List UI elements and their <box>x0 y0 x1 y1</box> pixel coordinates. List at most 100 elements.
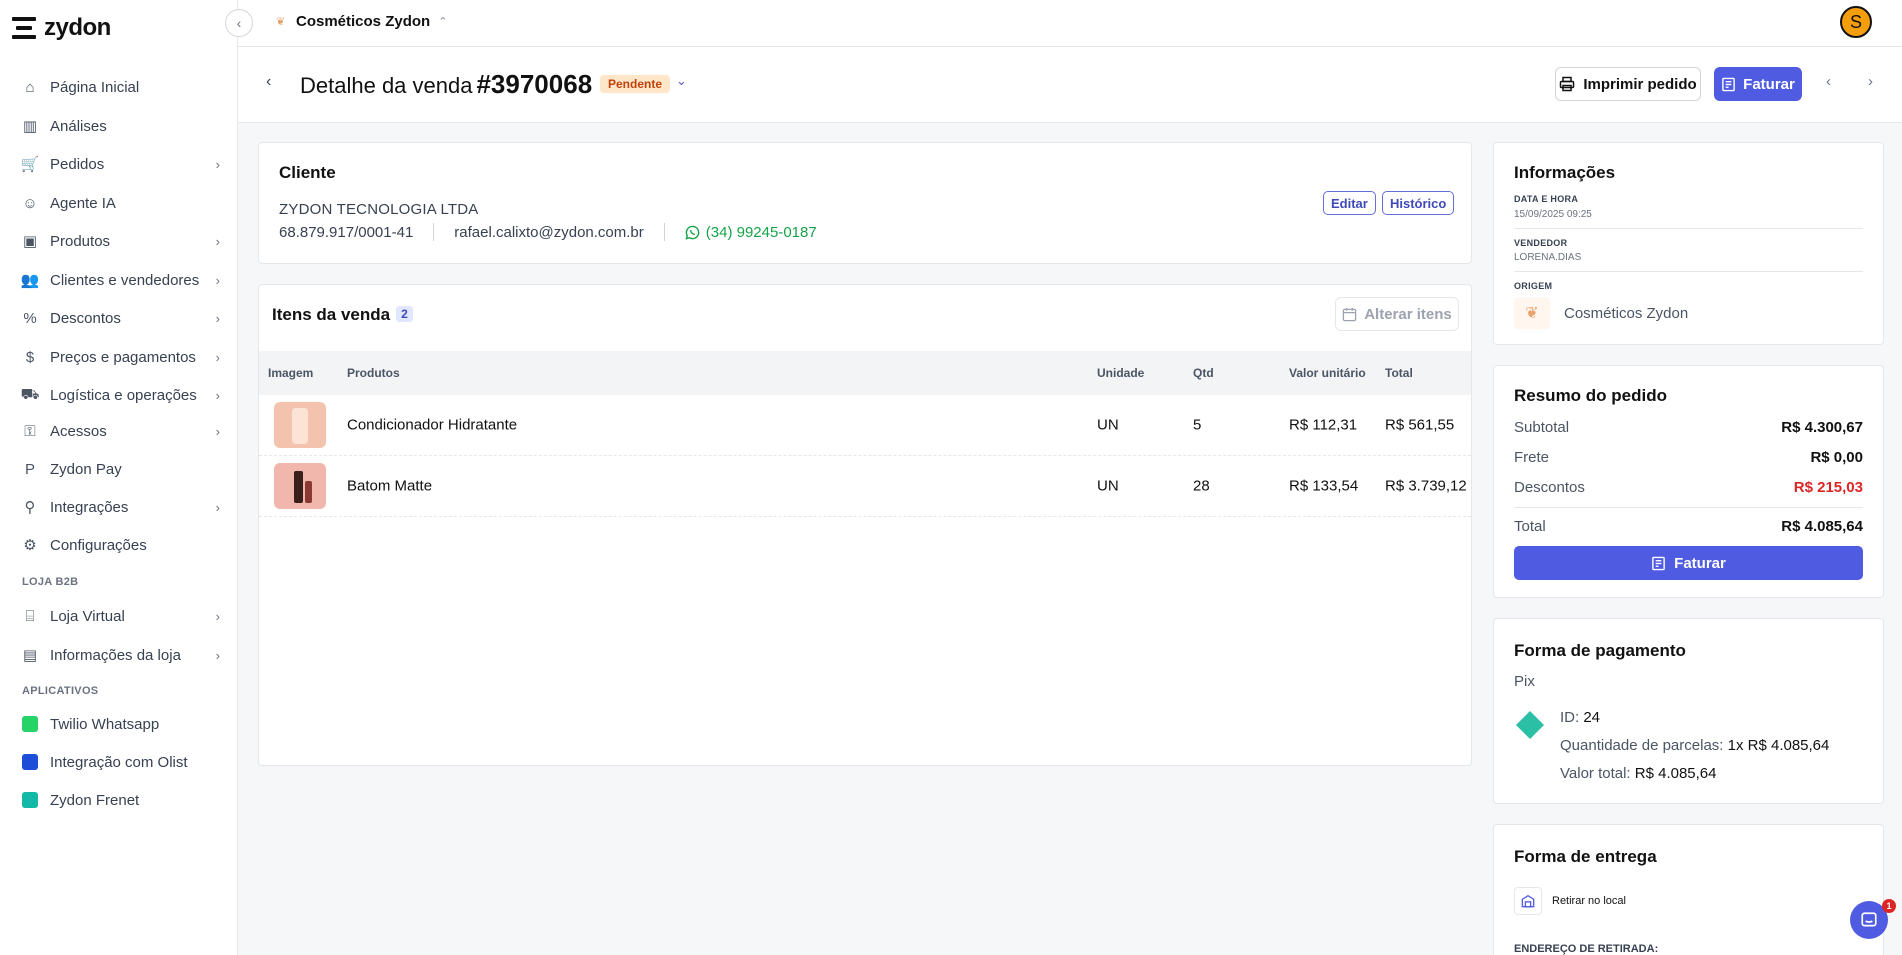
sidebar-item-pedidos[interactable]: 🛒 Pedidos › <box>20 149 220 179</box>
sidebar-item-integracoes[interactable]: ⚲ Integrações › <box>20 492 221 522</box>
freight-value: R$ 0,00 <box>1810 449 1863 466</box>
summary-invoice-button[interactable]: Faturar <box>1514 546 1863 580</box>
plug-icon: ⚲ <box>24 499 36 516</box>
sidebar-item-label: Página Inicial <box>50 78 140 96</box>
print-order-label: Imprimir pedido <box>1583 75 1697 93</box>
invoice-icon <box>1722 77 1735 91</box>
product-name[interactable]: Condicionador Hidratante <box>347 417 517 434</box>
product-unit-price: R$ 133,54 <box>1289 477 1359 495</box>
status-dropdown-chevron-icon[interactable]: ⌄ <box>676 73 687 89</box>
chevron-left-icon: ‹ <box>266 73 272 90</box>
product-qty: 28 <box>1193 477 1210 495</box>
sidebar-item-agente-ia[interactable]: ☺ Agente IA <box>20 188 220 218</box>
sidebar-item-acessos[interactable]: ⚿ Acessos › <box>20 416 220 446</box>
sidebar-item-label: Integrações <box>50 498 129 516</box>
app-icon <box>20 790 40 810</box>
payment-id-value: 24 <box>1583 709 1601 726</box>
client-email[interactable]: rafael.calixto@zydon.com.br <box>454 224 643 241</box>
sidebar-item-pagina-inicial[interactable]: ⌂ Página Inicial <box>20 72 220 102</box>
product-thumbnail <box>274 463 326 509</box>
app-item-2[interactable]: Zydon Frenet <box>20 785 220 815</box>
gear-icon: ⚙ <box>23 537 37 554</box>
sidebar-item-loja-virtual[interactable]: ⌸ Loja Virtual › <box>20 601 220 631</box>
payment-total-label: Valor total: <box>1560 765 1631 782</box>
app-item-1[interactable]: Integração com Olist <box>20 747 220 777</box>
discount-label: Descontos <box>1514 479 1585 496</box>
robot-icon: ☺ <box>22 194 38 212</box>
calendar-edit-icon <box>1342 307 1357 321</box>
freight-label: Frete <box>1514 449 1550 466</box>
chevron-right-icon: › <box>215 608 220 624</box>
col-products: Produtos <box>347 366 400 380</box>
items-table-header: Imagem Produtos Unidade Qtd Valor unitár… <box>259 351 1471 395</box>
back-button[interactable]: ‹ <box>266 73 271 91</box>
print-order-button[interactable]: Imprimir pedido <box>1555 67 1701 101</box>
client-card: Cliente ZYDON TECNOLOGIA LTDA 68.879.917… <box>258 142 1472 264</box>
client-meta: 68.879.917/0001-41 rafael.calixto@zydon.… <box>279 223 817 241</box>
summary-invoice-label: Faturar <box>1674 554 1726 572</box>
alter-items-button[interactable]: Alterar itens <box>1335 297 1459 331</box>
app-item-label: Integração com Olist <box>50 753 188 771</box>
product-total: R$ 561,55 <box>1385 416 1455 434</box>
cart-icon: 🛒 <box>20 156 40 173</box>
payment-total-value: R$ 4.085,64 <box>1634 765 1717 782</box>
delivery-card-title: Forma de entrega <box>1514 847 1657 866</box>
chevron-right-icon: › <box>215 349 220 365</box>
whatsapp-icon <box>685 225 700 240</box>
chevron-right-icon: › <box>215 647 220 663</box>
app-item-label: Twilio Whatsapp <box>50 715 160 733</box>
invoice-button[interactable]: Faturar <box>1714 67 1802 101</box>
summary-card-title: Resumo do pedido <box>1514 386 1667 405</box>
edit-client-button[interactable]: Editar <box>1323 191 1376 215</box>
sidebar-item-clientes-e-vendedores[interactable]: 👥 Clientes e vendedores › <box>20 265 220 295</box>
truck-icon: ⛟ <box>20 385 40 403</box>
zydon-logo[interactable]: zydon <box>12 14 111 42</box>
sidebar-item-label: Zydon Pay <box>50 460 122 478</box>
previous-order-button[interactable]: ‹ <box>1826 73 1831 90</box>
app-icon <box>20 752 40 772</box>
datetime-label: DATA E HORA <box>1514 194 1579 204</box>
store-selector[interactable]: ❦ Cosméticos Zydon ⌃ <box>276 13 447 30</box>
sidebar-item-descontos[interactable]: % Descontos › <box>20 303 220 333</box>
table-row[interactable]: Batom Matte UN 28 R$ 133,54 R$ 3.739,12 <box>259 456 1471 517</box>
items-card-title: Itens da venda 2 <box>272 305 413 325</box>
client-history-button[interactable]: Histórico <box>1382 191 1455 215</box>
sidebar-item-label: Agente IA <box>50 194 116 212</box>
table-row[interactable]: Condicionador Hidratante UN 5 R$ 112,31 R$ 5… <box>259 395 1471 456</box>
datetime-value: 15/09/2025 09:25 <box>1514 209 1592 220</box>
product-name[interactable]: Batom Matte <box>347 478 432 495</box>
chevron-right-icon: › <box>215 233 220 249</box>
info-card-title: Informações <box>1514 163 1616 182</box>
client-phone[interactable]: (34) 99245-0187 <box>685 224 817 241</box>
payment-id-label: ID: <box>1560 709 1580 726</box>
col-total: Total <box>1385 366 1413 380</box>
sidebar-item-analises[interactable]: ▥ Análises <box>20 111 220 141</box>
alter-items-label: Alterar itens <box>1364 305 1452 323</box>
subtotal-value: R$ 4.300,67 <box>1781 419 1863 436</box>
printer-icon <box>1560 76 1575 92</box>
sidebar-item-zydon-pay[interactable]: P Zydon Pay <box>20 454 220 484</box>
delivery-method-row: Retirar no local <box>1514 887 1626 915</box>
discount-row: Descontos R$ 215,03 <box>1514 479 1863 496</box>
sidebar-item-precos-e-pagamentos[interactable]: $ Preços e pagamentos › <box>20 342 220 372</box>
sidebar-item-informacoes-da-loja[interactable]: ▤ Informações da loja › <box>20 640 220 670</box>
col-unit: Unidade <box>1097 366 1145 380</box>
product-thumbnail <box>274 402 326 448</box>
collapse-sidebar-button[interactable]: ‹ <box>225 9 253 37</box>
sidebar-item-configuracoes[interactable]: ⚙ Configurações <box>20 530 220 560</box>
store-logo-icon: ❦ <box>1514 297 1550 329</box>
product-qty: 5 <box>1193 416 1202 434</box>
user-avatar[interactable]: S <box>1840 6 1872 38</box>
sidebar-item-label: Produtos <box>50 232 111 250</box>
client-card-title: Cliente <box>279 163 336 182</box>
chat-notification-badge: 1 <box>1882 899 1896 913</box>
sidebar-item-logistica-e-operacoes[interactable]: ⛟ Logística e operações › <box>20 380 220 410</box>
sidebar-item-produtos[interactable]: ▣ Produtos › <box>20 226 220 256</box>
total-value: R$ 4.085,64 <box>1781 518 1863 535</box>
app-item-0[interactable]: Twilio Whatsapp <box>20 709 220 739</box>
next-order-button[interactable]: › <box>1868 73 1873 90</box>
payment-total: Valor total: R$ 4.085,64 <box>1560 765 1717 782</box>
items-title: Itens da venda <box>272 305 391 324</box>
subtotal-label: Subtotal <box>1514 419 1570 436</box>
sidebar: zydon ⌂ Página Inicial ▥ Análises 🛒 Pedidos › ☺… <box>0 0 238 955</box>
